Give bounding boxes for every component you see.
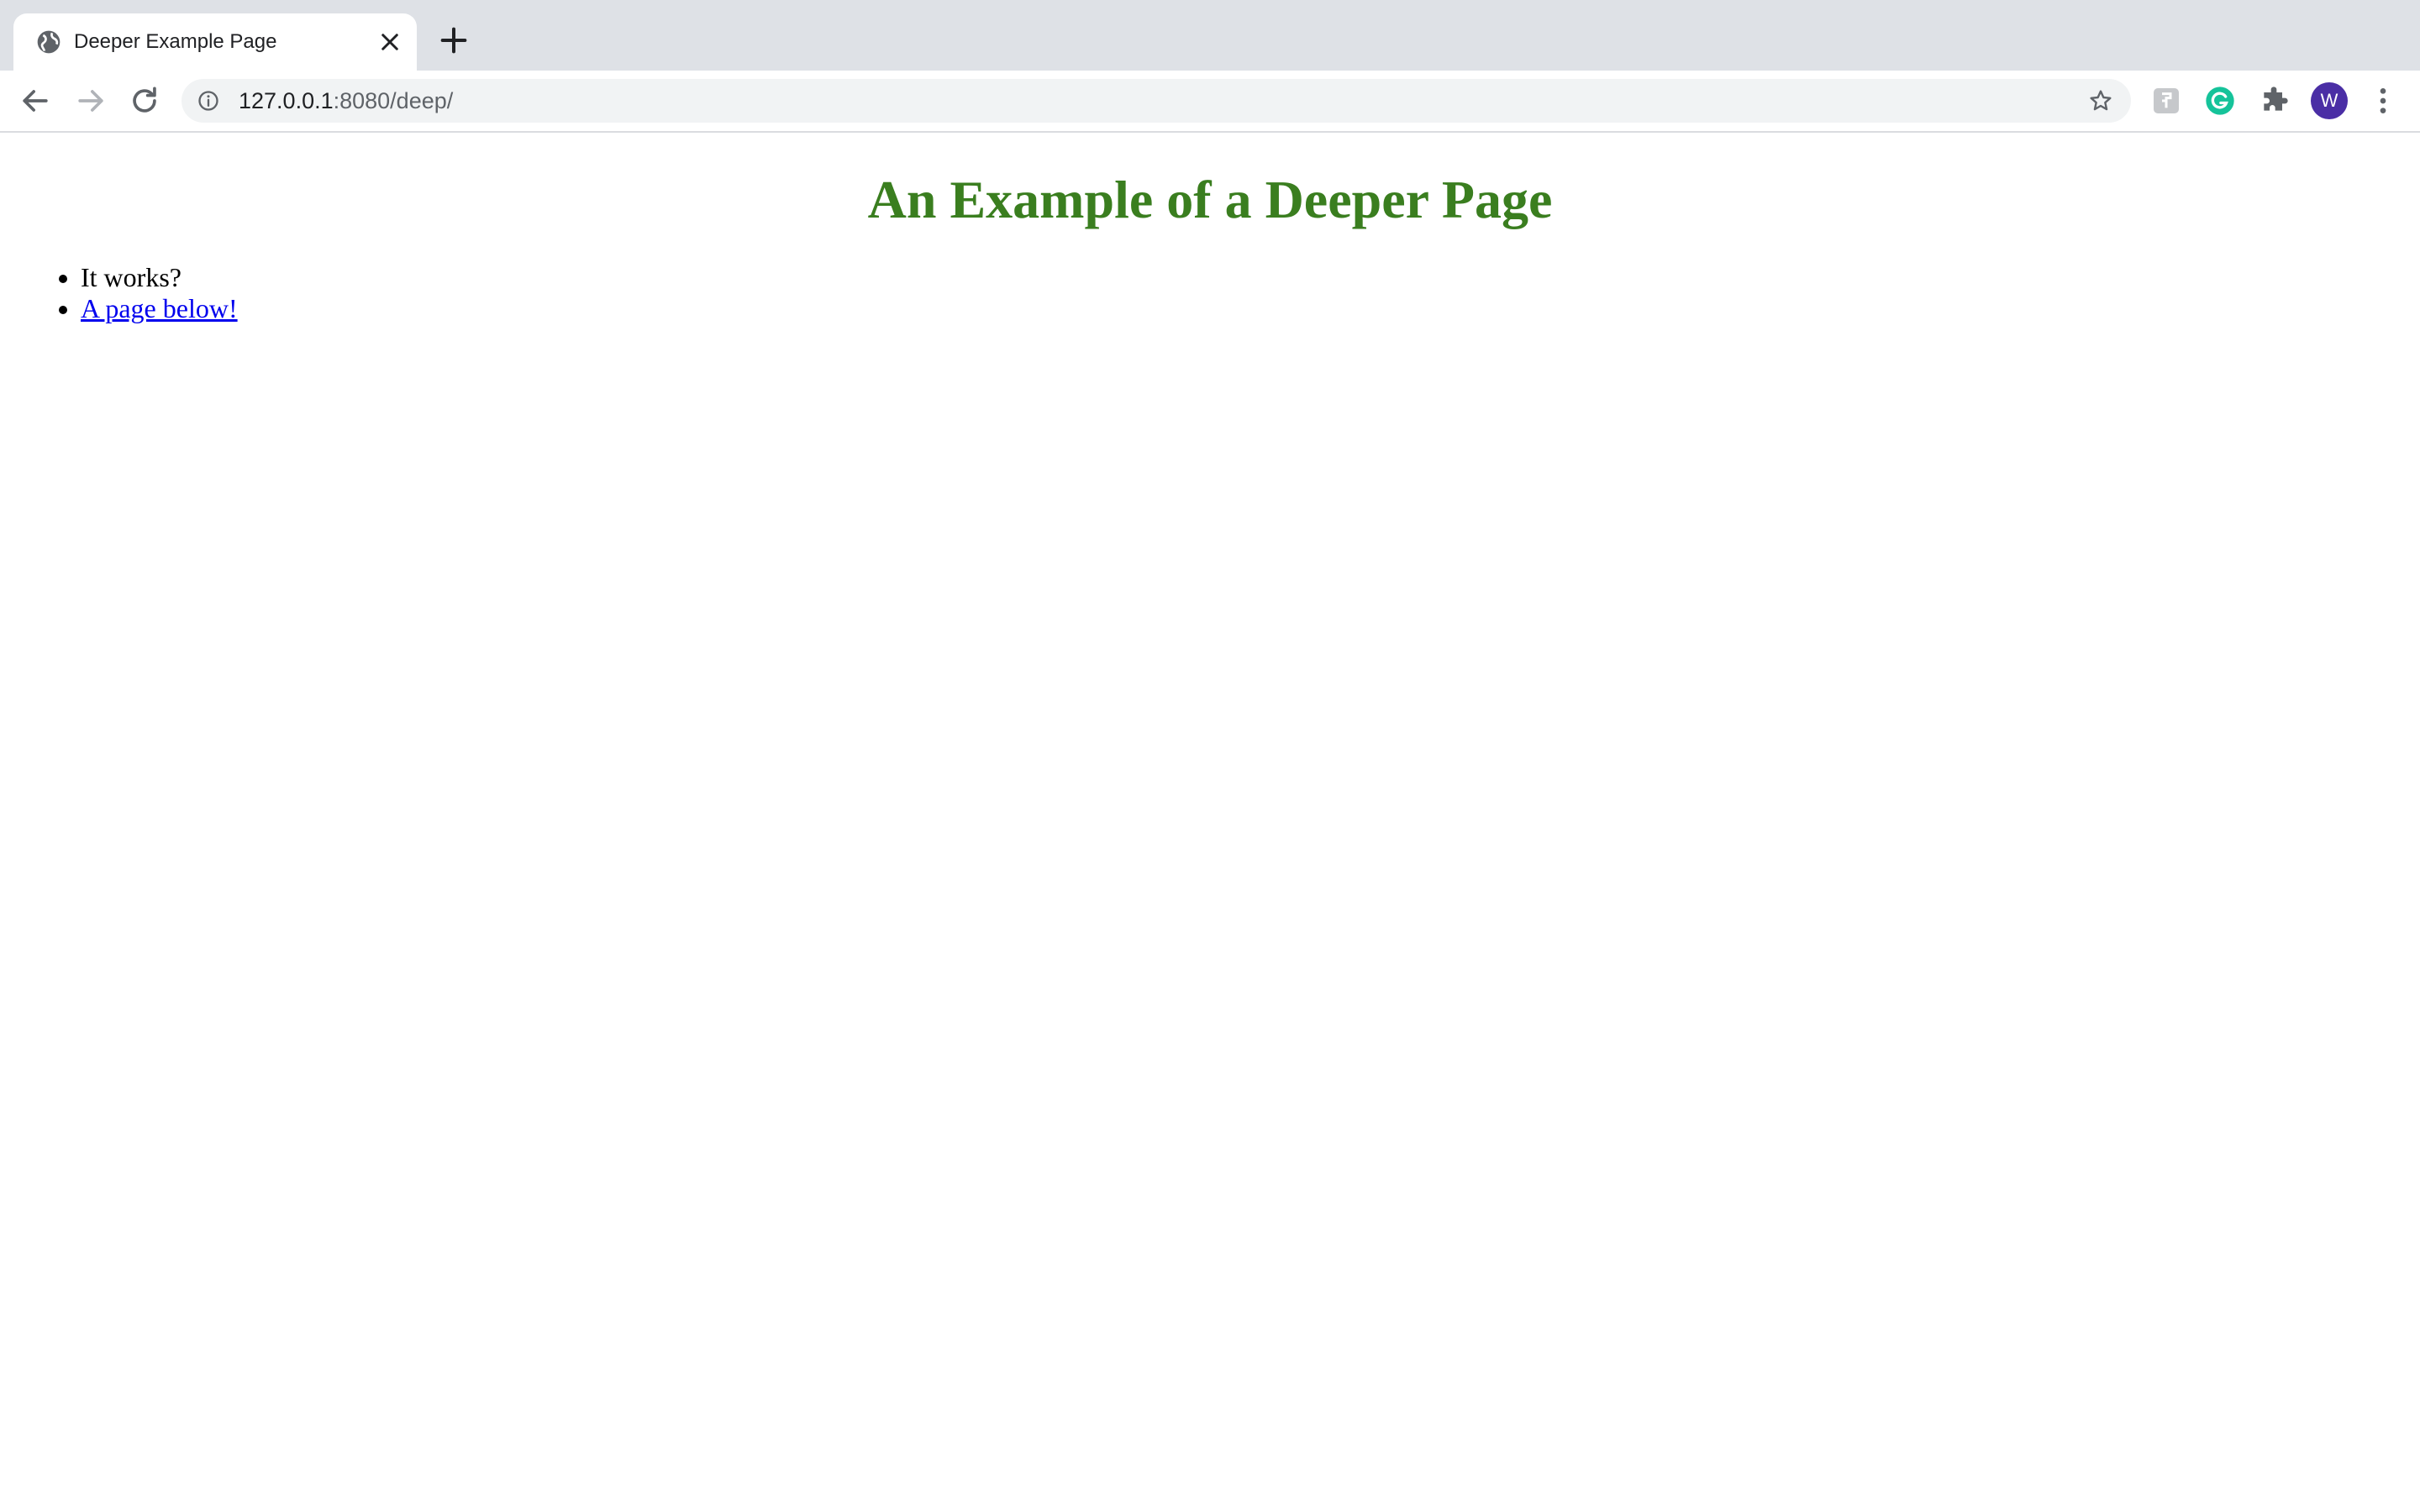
url-text[interactable]: 127.0.0.1:8080/deep/ [239, 79, 453, 123]
page-content: An Example of a Deeper Page It works? A … [0, 133, 2420, 1512]
browser-tab[interactable]: Deeper Example Page [13, 13, 417, 71]
page-below-link[interactable]: A page below! [81, 293, 238, 323]
profile-avatar[interactable]: W [2311, 82, 2348, 119]
puzzle-extension-icon[interactable] [2149, 84, 2183, 118]
arrow-right-icon[interactable] [72, 82, 109, 119]
grammarly-icon[interactable] [2203, 84, 2237, 118]
tab-title: Deeper Example Page [74, 30, 277, 53]
arrow-left-icon[interactable] [17, 82, 54, 119]
tab-strip: Deeper Example Page [0, 0, 2420, 71]
url-path: :8080/deep/ [333, 88, 454, 113]
browser-toolbar: 127.0.0.1:8080/deep/ W [0, 71, 2420, 131]
url-host: 127.0.0.1 [239, 88, 334, 113]
list-item: A page below! [81, 293, 238, 324]
address-bar[interactable]: 127.0.0.1:8080/deep/ [182, 79, 2131, 123]
page-title: An Example of a Deeper Page [867, 170, 1553, 229]
page-list: It works? A page below! [0, 262, 238, 324]
star-icon[interactable] [2087, 87, 2114, 114]
kebab-menu-icon[interactable] [2366, 84, 2400, 118]
plus-icon[interactable] [437, 24, 471, 57]
extensions-puzzle-icon[interactable] [2257, 84, 2291, 118]
close-icon[interactable] [375, 27, 405, 57]
globe-icon [37, 30, 60, 54]
list-item-text: It works? [81, 262, 182, 292]
reload-icon[interactable] [126, 82, 163, 119]
info-icon[interactable] [197, 89, 220, 113]
list-item: It works? [81, 262, 238, 293]
